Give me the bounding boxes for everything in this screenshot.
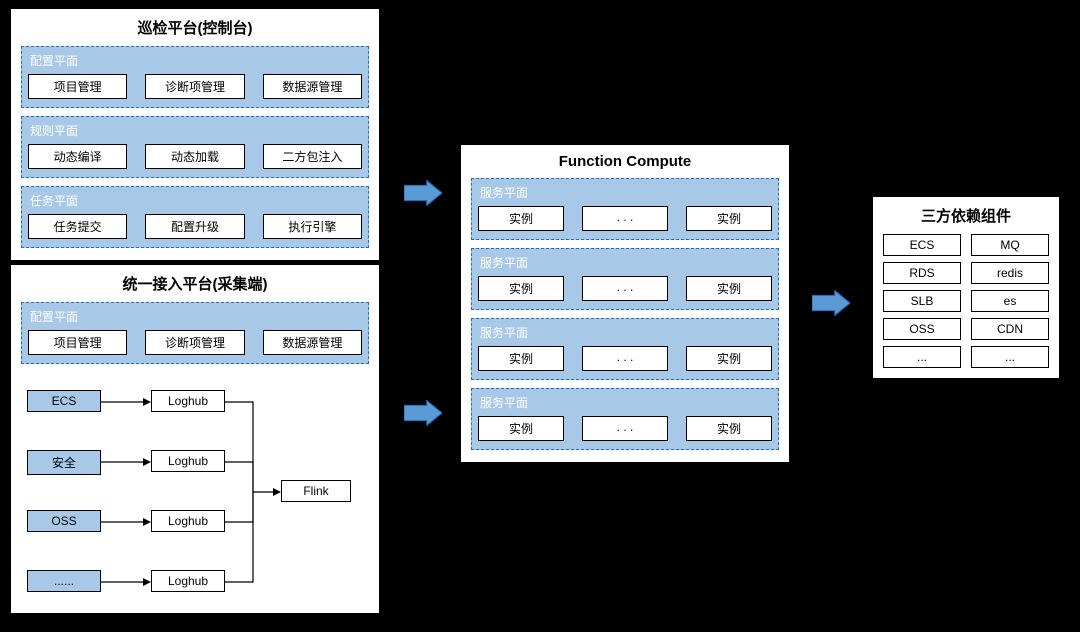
fc-instance: 实例 [478,416,564,441]
dep-title: 三方依赖组件 [883,205,1049,226]
cell-package-inject: 二方包注入 [263,144,362,169]
dep-es: es [971,290,1049,312]
dep-more-1: ... [883,346,961,368]
cell-dyn-load: 动态加载 [145,144,244,169]
dep-slb: SLB [883,290,961,312]
loghub-2: Loghub [151,450,225,472]
fc-service-plane-4: 服务平面 实例 . . . 实例 [471,388,779,450]
arrow-ingest-to-fc-icon [404,400,442,426]
plane-title: 服务平面 [478,323,772,342]
cell-datasource-mgmt: 数据源管理 [263,330,362,355]
source-ecs: ECS [27,390,101,412]
cell-diag-mgmt: 诊断项管理 [145,330,244,355]
source-oss: OSS [27,510,101,532]
dep-ecs: ECS [883,234,961,256]
fc-instance: 实例 [478,346,564,371]
arrow-src-loghub-2 [101,456,151,468]
fc-instance: 实例 [478,206,564,231]
arrow-fc-to-dep-icon [812,290,850,316]
plane-title: 任务平面 [28,191,362,210]
fc-instance: 实例 [686,276,772,301]
fc-ellipsis: . . . [582,276,668,301]
plane-title: 服务平面 [478,183,772,202]
inspect-title: 巡检平台(控制台) [21,17,369,38]
cell-dyn-compile: 动态编译 [28,144,127,169]
fc-ellipsis: . . . [582,206,668,231]
fc-title: Function Compute [471,153,779,170]
cell-config-upgrade: 配置升级 [145,214,244,239]
arrow-src-loghub-4 [101,576,151,588]
ingest-title: 统一接入平台(采集端) [21,273,369,294]
dep-rds: RDS [883,262,961,284]
source-security: 安全 [27,450,101,475]
loghub-3: Loghub [151,510,225,532]
fc-instance: 实例 [686,206,772,231]
ingest-config-plane: 配置平面 项目管理 诊断项管理 数据源管理 [21,302,369,364]
rule-plane: 规则平面 动态编译 动态加载 二方包注入 [21,116,369,178]
dep-oss: OSS [883,318,961,340]
task-plane: 任务平面 任务提交 配置升级 执行引擎 [21,186,369,248]
ingestion-platform-panel: 统一接入平台(采集端) 配置平面 项目管理 诊断项管理 数据源管理 ECS 安全… [10,264,380,614]
cell-project-mgmt: 项目管理 [28,330,127,355]
source-more: ...... [27,570,101,592]
plane-title: 服务平面 [478,253,772,272]
arrow-inspect-to-fc-icon [404,180,442,206]
flink-node: Flink [281,480,351,502]
config-plane: 配置平面 项目管理 诊断项管理 数据源管理 [21,46,369,108]
cell-diag-mgmt: 诊断项管理 [145,74,244,99]
fc-instance: 实例 [478,276,564,301]
cell-task-submit: 任务提交 [28,214,127,239]
dep-cdn: CDN [971,318,1049,340]
loghub-1: Loghub [151,390,225,412]
plane-title: 服务平面 [478,393,772,412]
fc-instance: 实例 [686,416,772,441]
fc-ellipsis: . . . [582,416,668,441]
arrow-src-loghub-1 [101,396,151,408]
inspect-platform-panel: 巡检平台(控制台) 配置平面 项目管理 诊断项管理 数据源管理 规则平面 动态编… [10,8,380,261]
plane-title: 配置平面 [28,51,362,70]
third-party-deps-panel: 三方依赖组件 ECS MQ RDS redis SLB es OSS CDN .… [872,196,1060,379]
arrow-src-loghub-3 [101,516,151,528]
plane-title: 配置平面 [28,307,362,326]
dep-grid: ECS MQ RDS redis SLB es OSS CDN ... ... [883,234,1049,368]
cell-exec-engine: 执行引擎 [263,214,362,239]
flow-area: ECS 安全 OSS ...... Loghub Loghub Loghub L… [21,372,369,632]
loghub-4: Loghub [151,570,225,592]
plane-title: 规则平面 [28,121,362,140]
function-compute-panel: Function Compute 服务平面 实例 . . . 实例 服务平面 实… [460,144,790,463]
fc-service-plane-1: 服务平面 实例 . . . 实例 [471,178,779,240]
dep-mq: MQ [971,234,1049,256]
cell-datasource-mgmt: 数据源管理 [263,74,362,99]
dep-redis: redis [971,262,1049,284]
fc-service-plane-2: 服务平面 实例 . . . 实例 [471,248,779,310]
dep-more-2: ... [971,346,1049,368]
fc-ellipsis: . . . [582,346,668,371]
arrow-loghub-flink [225,396,283,596]
fc-service-plane-3: 服务平面 实例 . . . 实例 [471,318,779,380]
cell-project-mgmt: 项目管理 [28,74,127,99]
fc-instance: 实例 [686,346,772,371]
